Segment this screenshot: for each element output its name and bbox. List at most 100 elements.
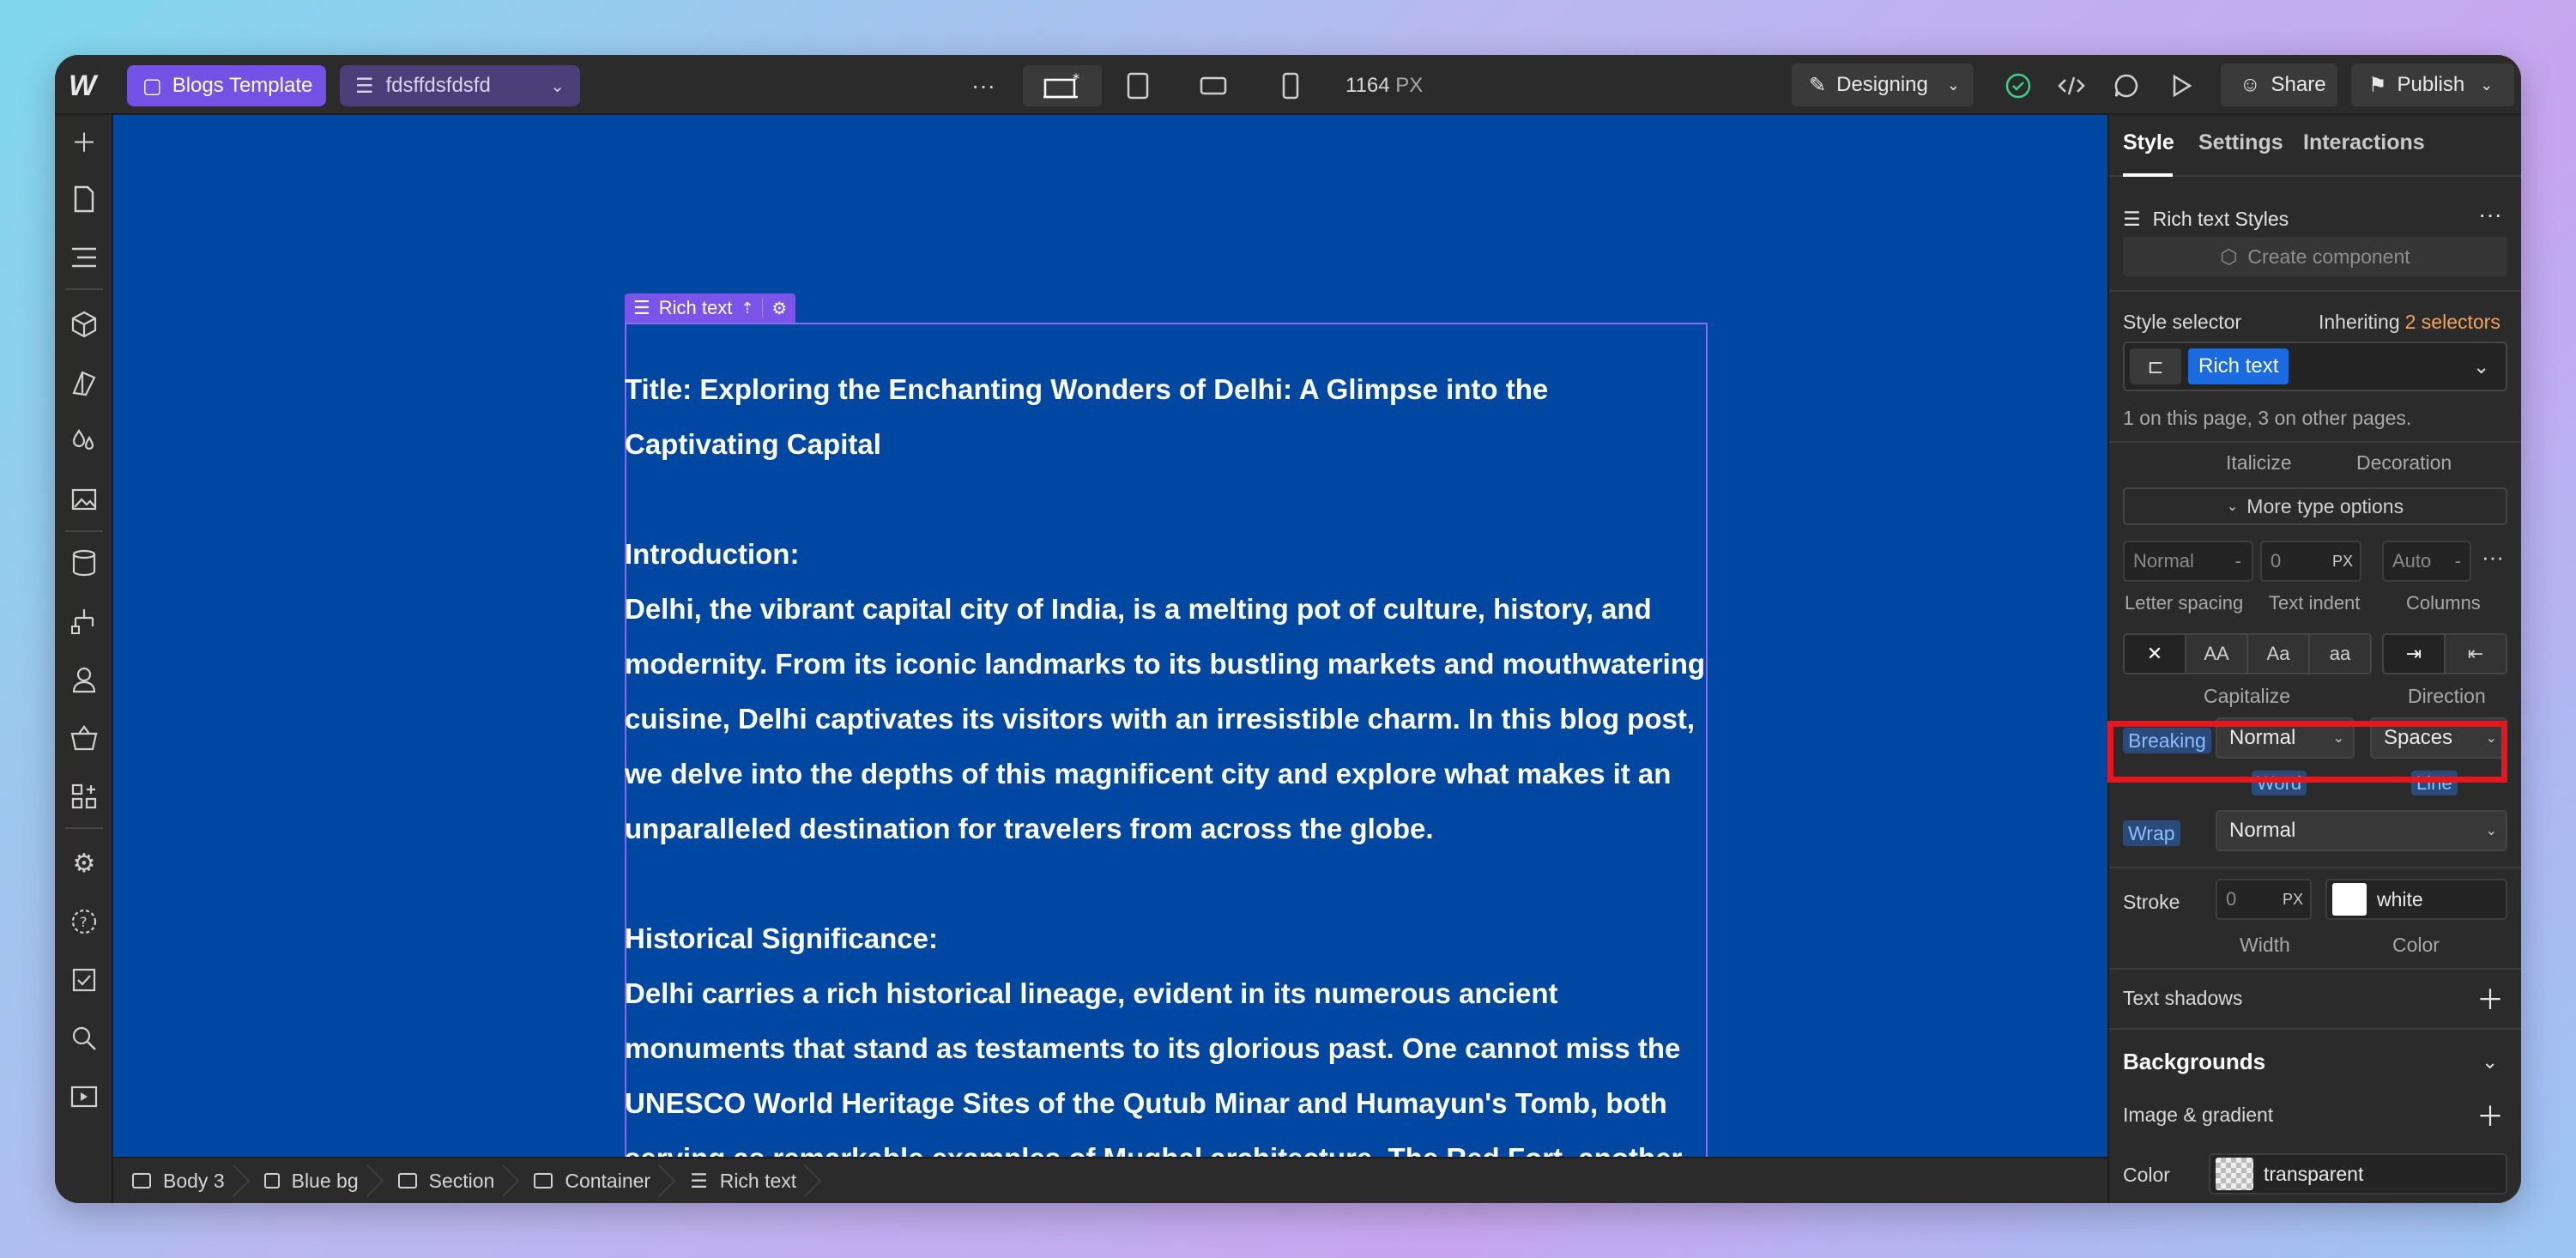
apps-icon[interactable] [65, 777, 103, 815]
background-color-value: transparent [2264, 1162, 2364, 1185]
wrap-label-text: Wrap [2123, 820, 2180, 846]
breadcrumb-label: Rich text [719, 1169, 797, 1192]
more-options-icon[interactable]: ··· [2482, 544, 2504, 571]
more-options-icon[interactable]: ··· [2478, 201, 2502, 228]
breadcrumb-item-body[interactable]: Body 3 [132, 1158, 244, 1203]
style-selectors-icon[interactable] [65, 364, 103, 402]
video-tutorials-icon[interactable] [65, 1076, 103, 1114]
share-button[interactable]: ☺ Share [2221, 64, 2337, 106]
publish-status-check-icon[interactable] [2001, 65, 2035, 106]
section-divider [2109, 968, 2521, 970]
add-elements-icon[interactable]: ＋ [65, 122, 103, 160]
tab-style[interactable]: Style [2123, 130, 2174, 155]
users-icon[interactable] [65, 661, 103, 699]
audit-checkbox-icon[interactable] [65, 961, 103, 999]
settings-gear-icon[interactable]: ⚙ [65, 844, 103, 882]
history-paragraph: Delhi carries a rich historical lineage,… [625, 977, 1682, 1157]
letter-spacing-input[interactable]: Normal - [2123, 541, 2253, 582]
inheriting-info[interactable]: Inheriting 2 selectors [2319, 311, 2500, 334]
help-icon[interactable]: ? [65, 903, 103, 940]
breadcrumb-item-blue-bg[interactable]: Blue bg [244, 1158, 378, 1203]
stroke-color-input[interactable]: white [2325, 879, 2507, 920]
backgrounds-heading[interactable]: Backgrounds [2123, 1049, 2265, 1075]
stroke-color-label: Color [2392, 934, 2440, 956]
variables-drops-icon[interactable] [65, 422, 103, 460]
components-icon[interactable] [65, 305, 103, 343]
chevron-down-icon: ⌄ [1946, 76, 1960, 94]
stroke-width-value: 0 [2226, 888, 2237, 910]
post-title: Title: Exploring the Enchanting Wonders … [625, 373, 1549, 460]
share-label: Share [2271, 73, 2326, 96]
cms-collection-selector[interactable]: ☰ fdsffdsfdsfd ⌄ [340, 65, 580, 106]
cms-database-icon[interactable] [65, 544, 103, 582]
selected-element-label[interactable]: ☰ Rich text ⇡ ⚙ [625, 293, 796, 323]
ecommerce-basket-icon[interactable] [65, 719, 103, 757]
person-icon: ☺ [2240, 73, 2261, 96]
columns-input[interactable]: Auto - [2382, 541, 2471, 582]
create-component-button[interactable]: ⬡ Create component [2123, 237, 2507, 276]
publish-button[interactable]: ⚑ Publish ⌄ [2351, 64, 2514, 106]
logic-flow-icon[interactable] [65, 602, 103, 640]
stroke-width-unit: PX [2282, 890, 2303, 908]
stroke-color-value: white [2377, 887, 2423, 910]
direction-rtl-icon[interactable]: ⇤ [2446, 635, 2506, 673]
navigator-icon[interactable] [65, 239, 103, 276]
design-canvas[interactable]: ☰ Rich text ⇡ ⚙ Title: Exploring the Enc… [113, 115, 2107, 1157]
mode-switcher[interactable]: ✎ Designing ⌄ [1792, 64, 1974, 106]
chevron-down-icon[interactable]: ⌄ [2473, 355, 2489, 378]
add-background-image-icon[interactable]: ＋ [2476, 1095, 2504, 1134]
create-component-label: Create component [2247, 245, 2410, 268]
select-parent-icon[interactable]: ⇡ [741, 299, 753, 318]
wrap-label: Wrap [2123, 820, 2180, 846]
element-settings-gear-icon[interactable]: ⚙ [771, 298, 787, 319]
component-cube-icon: ⬡ [2220, 245, 2238, 268]
tab-interactions[interactable]: Interactions [2303, 130, 2425, 155]
letter-spacing-value: Normal [2133, 550, 2194, 572]
search-icon[interactable] [65, 1019, 103, 1057]
breadcrumb-item-container[interactable]: Container [513, 1158, 669, 1203]
more-options-button[interactable]: ··· [963, 65, 1004, 106]
capitalize-titlecase-button[interactable]: Aa [2248, 635, 2310, 673]
decoration-label: Decoration [2356, 451, 2452, 474]
rich-text-content[interactable]: Title: Exploring the Enchanting Wonders … [625, 362, 1708, 1157]
more-type-options-button[interactable]: ⌄ More type options [2123, 487, 2507, 525]
styles-title: Rich text Styles [2152, 208, 2289, 230]
chevron-down-icon[interactable]: ⌄ [2482, 1050, 2498, 1074]
assets-image-icon[interactable] [65, 481, 103, 518]
capitalize-uppercase-button[interactable]: AA [2186, 635, 2248, 673]
add-text-shadow-icon[interactable]: ＋ [2476, 978, 2504, 1018]
selector-state-icon[interactable]: ⊏ [2130, 348, 2181, 384]
chevron-down-icon: ⌄ [2480, 76, 2494, 94]
background-color-input[interactable]: transparent [2209, 1153, 2507, 1194]
desktop-breakpoint-button[interactable]: * [1023, 65, 1102, 106]
breadcrumb-item-rich-text[interactable]: ☰ Rich text [669, 1158, 815, 1203]
code-export-icon[interactable] [2054, 65, 2089, 106]
text-indent-unit: PX [2331, 552, 2353, 570]
preview-play-icon[interactable] [2164, 65, 2198, 106]
canvas-width-readout[interactable]: 1164 PX [1345, 65, 1423, 106]
template-page-button[interactable]: ▢ Blogs Template [127, 65, 326, 106]
tab-settings[interactable]: Settings [2198, 130, 2283, 155]
section-divider [2109, 441, 2521, 443]
breadcrumb-label: Blue bg [291, 1169, 359, 1192]
direction-ltr-icon[interactable]: ⇥ [2384, 635, 2446, 673]
style-selector-label: Style selector [2123, 311, 2242, 333]
mobile-landscape-breakpoint-button[interactable] [1189, 65, 1237, 106]
mobile-portrait-breakpoint-button[interactable] [1267, 65, 1315, 106]
stroke-width-input[interactable]: 0 PX [2216, 879, 2312, 920]
text-indent-input[interactable]: 0 PX [2260, 541, 2361, 582]
capitalize-none-button[interactable]: ✕ [2125, 635, 2186, 673]
breadcrumb-item-section[interactable]: Section [378, 1158, 514, 1203]
pages-icon[interactable] [65, 180, 103, 218]
image-gradient-label: Image & gradient [2123, 1104, 2274, 1126]
selector-chip-rich-text[interactable]: Rich text [2188, 348, 2289, 384]
page-icon: ▢ [142, 74, 162, 98]
wrap-select[interactable]: Normal ⌄ [2216, 810, 2507, 851]
tablet-breakpoint-button[interactable] [1114, 65, 1162, 106]
svg-text:?: ? [80, 914, 88, 930]
capitalize-lowercase-button[interactable]: aa [2310, 635, 2370, 673]
comments-icon[interactable] [2109, 65, 2144, 106]
webflow-logo-icon[interactable]: W [63, 67, 101, 105]
